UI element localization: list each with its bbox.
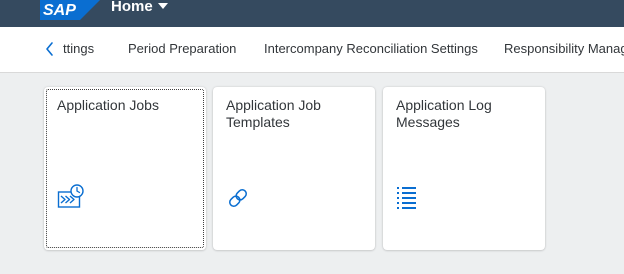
chevron-left-icon[interactable] xyxy=(42,40,58,58)
anchor-item-period-preparation[interactable]: Period Preparation xyxy=(128,41,236,56)
tile-title: Application Job Templates xyxy=(226,97,321,130)
tile-title: Application Log Messages xyxy=(396,97,492,130)
anchor-item-intercompany-reconciliation-settings[interactable]: Intercompany Reconciliation Settings xyxy=(264,41,478,56)
tile-application-job-templates[interactable]: Application Job Templates xyxy=(213,87,375,250)
application-jobs-icon xyxy=(57,184,85,212)
list-icon xyxy=(396,184,424,212)
tile-application-log-messages[interactable]: Application Log Messages xyxy=(383,87,545,250)
anchor-item-settings[interactable]: ttings xyxy=(63,41,94,56)
chain-link-icon xyxy=(226,184,254,212)
anchor-bar: ttings Period Preparation Intercompany R… xyxy=(0,27,624,73)
sap-logo[interactable]: SAP xyxy=(40,0,100,20)
shell-title-menu[interactable]: Home xyxy=(111,0,168,14)
caret-down-icon xyxy=(157,3,168,9)
anchor-item-responsibility-management[interactable]: Responsibility Manag xyxy=(504,41,624,56)
sap-logo-text: SAP xyxy=(43,2,76,19)
sap-logo-icon: SAP xyxy=(40,0,100,20)
shell-title: Home xyxy=(111,0,153,15)
tile-application-jobs[interactable]: Application Jobs xyxy=(44,87,206,250)
shell-bar: SAP Home xyxy=(0,0,624,27)
tile-container: Application Jobs Application Job Templat… xyxy=(0,73,624,274)
tile-title: Application Jobs xyxy=(57,97,159,113)
